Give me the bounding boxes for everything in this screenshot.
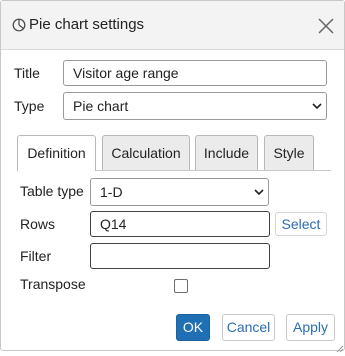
tab-definition[interactable]: Definition <box>17 135 96 171</box>
chevron-down-icon <box>312 103 322 110</box>
filter-label: Filter <box>20 248 52 264</box>
resize-grip-icon[interactable] <box>334 340 344 353</box>
tab-include[interactable]: Include <box>195 135 258 170</box>
pie-chart-icon <box>12 18 26 32</box>
transpose-checkbox[interactable] <box>174 279 188 293</box>
type-label: Type <box>14 98 45 114</box>
title-input[interactable]: Visitor age range <box>63 60 327 86</box>
apply-button[interactable]: Apply <box>286 314 335 341</box>
dialog-titlebar: Pie chart settings <box>1 1 344 50</box>
close-icon[interactable] <box>317 17 335 35</box>
table-type-select[interactable]: 1-D <box>90 178 269 206</box>
type-select[interactable]: Pie chart <box>63 92 327 120</box>
transpose-label: Transpose <box>20 276 86 292</box>
chevron-down-icon <box>254 189 264 196</box>
select-button[interactable]: Select <box>275 212 327 236</box>
dialog-title: Pie chart settings <box>29 16 145 33</box>
tab-calculation[interactable]: Calculation <box>102 135 190 170</box>
type-select-value: Pie chart <box>73 98 129 114</box>
table-type-select-value: 1-D <box>100 184 123 200</box>
ok-button[interactable]: OK <box>176 314 210 341</box>
table-type-label: Table type <box>20 183 84 199</box>
cancel-button[interactable]: Cancel <box>222 314 275 341</box>
rows-input[interactable]: Q14 <box>90 211 270 237</box>
filter-input[interactable] <box>90 243 270 269</box>
rows-label: Rows <box>20 216 56 232</box>
title-label: Title <box>14 65 40 81</box>
tab-style[interactable]: Style <box>264 135 314 170</box>
pie-chart-settings-dialog: Pie chart settings Title Visitor age ran… <box>0 0 345 353</box>
